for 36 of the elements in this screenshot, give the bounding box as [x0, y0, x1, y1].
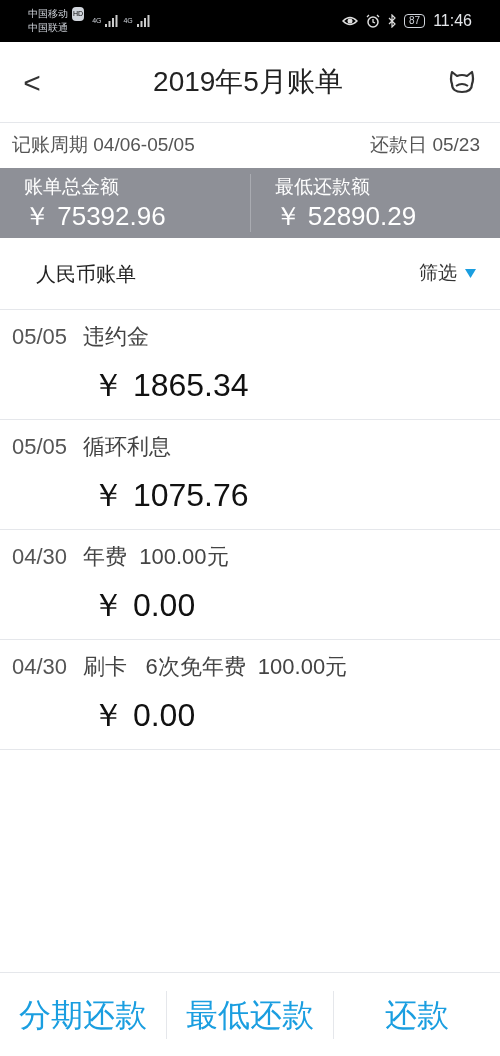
carrier-name: 中国移动 — [28, 7, 68, 21]
transaction-description: 违约金 — [83, 323, 150, 351]
transaction-description: 年费 100.00元 — [83, 543, 229, 571]
battery-indicator: 87 — [404, 14, 426, 28]
repay-action-button[interactable]: 分期还款 — [19, 990, 147, 1039]
caret-icon — [465, 269, 476, 278]
summary-label: 账单总金额 — [24, 175, 120, 199]
transaction-amount: ￥ 1865.34 — [91, 366, 250, 405]
summary-amount: ￥ 52890.29 — [274, 200, 418, 232]
carrier-name: 中国联通 — [28, 21, 69, 35]
cat-face-icon[interactable] — [448, 69, 476, 95]
transaction-date: 04/30 — [12, 653, 68, 681]
eye-icon — [342, 15, 358, 27]
transaction-date: 05/05 — [12, 323, 68, 351]
page-title: 2019年5月账单 — [152, 65, 344, 99]
billing-period: 记账周期 04/06-05/05 — [12, 133, 195, 158]
alarm-icon — [366, 14, 380, 28]
transaction-date: 04/30 — [12, 543, 68, 571]
transaction-amount: ￥ 1075.76 — [91, 476, 250, 515]
repay-action-button[interactable]: 还款 — [385, 990, 449, 1039]
section-title: 人民币账单 — [36, 261, 136, 287]
due-date: 还款日 05/23 — [370, 133, 480, 158]
back-button[interactable]: < — [16, 59, 48, 105]
signal-icon — [136, 15, 151, 27]
transaction-amount: ￥ 0.00 — [91, 586, 197, 625]
signal-icon — [105, 15, 120, 27]
transaction-amount: ￥ 0.00 — [91, 696, 197, 735]
summary-label: 最低还款额 — [274, 175, 371, 199]
transaction-date: 05/05 — [12, 433, 68, 461]
repay-action-button[interactable]: 最低还款 — [186, 990, 314, 1039]
filter-button[interactable]: 筛选 — [419, 259, 476, 288]
bluetooth-icon — [388, 14, 396, 28]
summary-amount: ￥ 75392.96 — [24, 200, 167, 232]
clock-time: 11:46 — [433, 11, 472, 31]
transaction-description: 刷卡 6次免年费 100.00元 — [83, 653, 348, 681]
transaction-description: 循环利息 — [83, 433, 172, 461]
